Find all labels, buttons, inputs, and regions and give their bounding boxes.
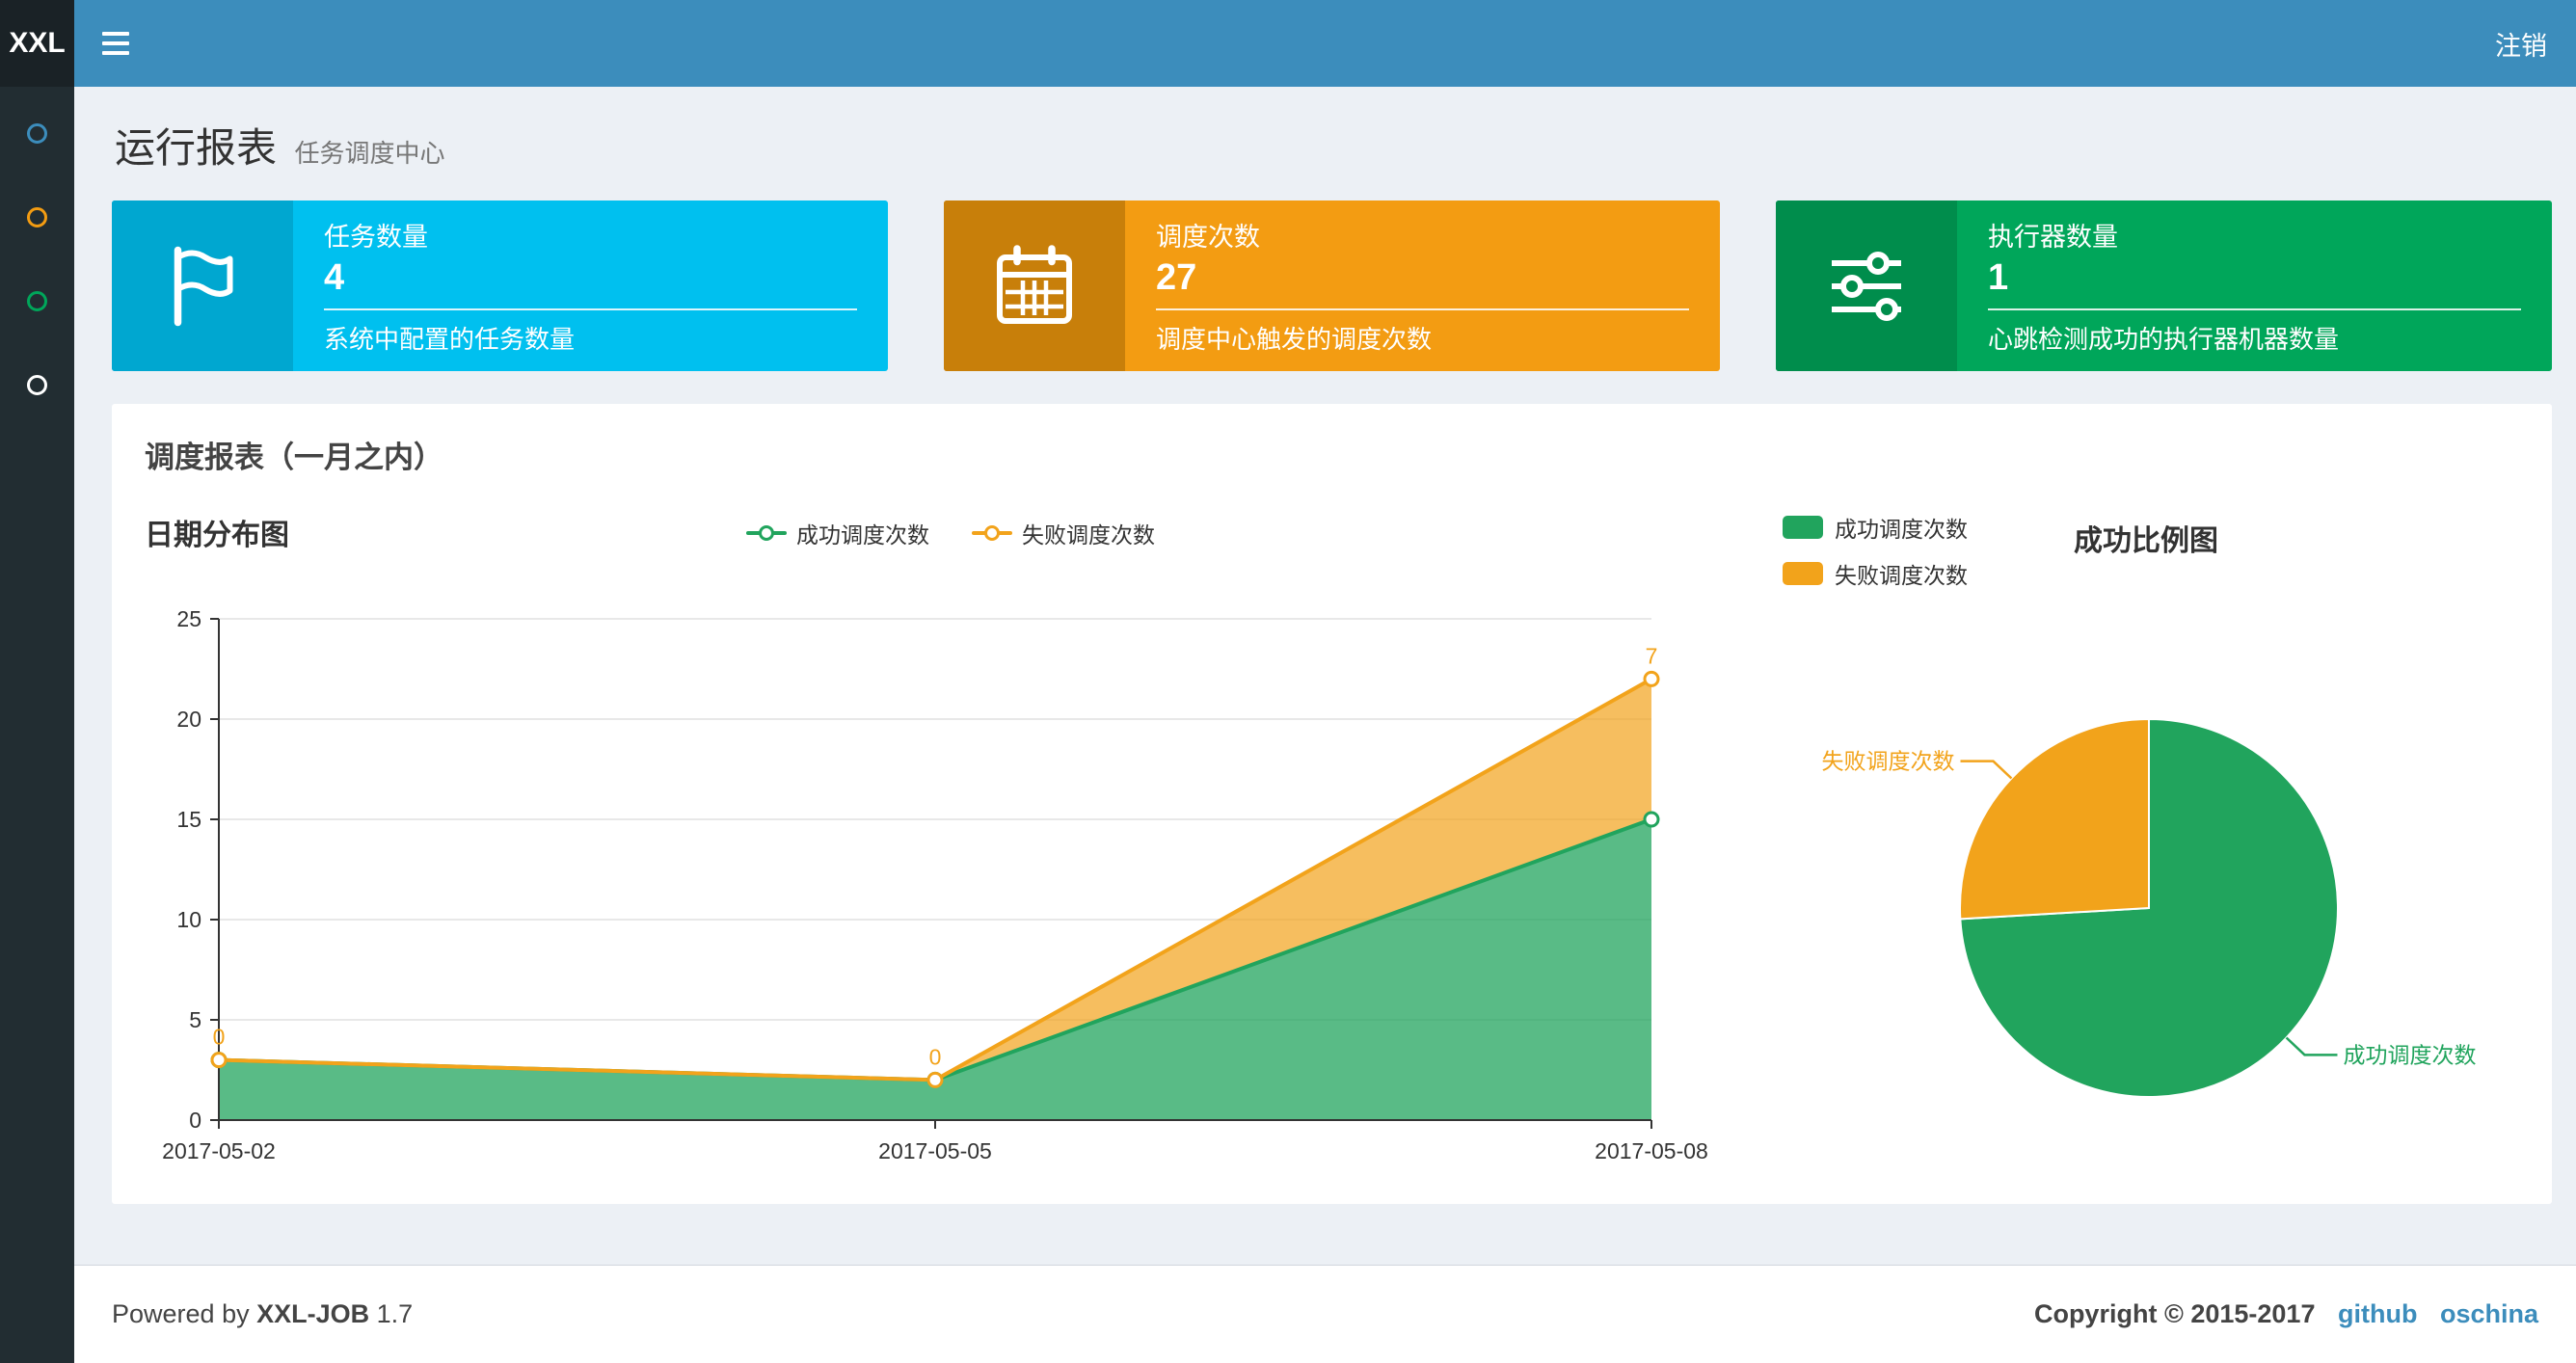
svg-text:15: 15 — [176, 807, 201, 832]
info-box-value: 1 — [1988, 257, 2009, 298]
app-logo[interactable]: XXL — [0, 0, 74, 87]
svg-text:7: 7 — [1646, 643, 1658, 668]
info-box-jobs: 任务数量 4 系统中配置的任务数量 — [112, 200, 888, 371]
content-header: 运行报表 任务调度中心 — [74, 87, 2576, 174]
sidebar-toggle-button[interactable] — [74, 0, 157, 87]
logout-link[interactable]: 注销 — [2466, 0, 2576, 87]
hamburger-icon — [102, 41, 129, 45]
footer: Powered by XXL-JOB 1.7 Copyright © 2015-… — [74, 1265, 2576, 1363]
hamburger-icon — [102, 32, 129, 36]
svg-text:2017-05-08: 2017-05-08 — [1595, 1138, 1708, 1163]
sidebar-item-4[interactable] — [27, 375, 47, 395]
svg-text:25: 25 — [176, 606, 201, 631]
line-legend-marker-icon — [972, 525, 1012, 541]
hamburger-icon — [102, 51, 129, 55]
pie-legend-swatch-icon — [1783, 516, 1823, 539]
info-box-content: 执行器数量 1 心跳检测成功的执行器机器数量 — [1957, 200, 2552, 371]
info-box-triggers: 调度次数 27 调度中心触发的调度次数 — [944, 200, 1720, 371]
pie-chart-title: 成功比例图 — [2074, 525, 2218, 557]
info-box-value: 4 — [324, 257, 345, 298]
copyright-text: Copyright © 2015-2017 — [2033, 1299, 2316, 1328]
report-panel: 调度报表（一月之内） 日期分布图 成功调度次数 失败调度次数 0 5 10 15 20 2… — [112, 404, 2552, 1204]
info-box-executors: 执行器数量 1 心跳检测成功的执行器机器数量 — [1776, 200, 2552, 371]
info-box-description: 调度中心触发的调度次数 — [1156, 325, 1433, 354]
legend-item[interactable]: 成功调度次数 — [746, 517, 929, 549]
info-box-label: 执行器数量 — [1988, 223, 2118, 252]
footer-right: Copyright © 2015-2017 github oschina — [2034, 1299, 2538, 1329]
sidebar-item-1[interactable] — [27, 123, 47, 144]
line-chart: 05101520252017-05-02 2017-05-05 2017-05-08… — [162, 606, 1708, 1163]
sliders-icon — [1776, 200, 1957, 371]
flag-icon — [112, 200, 293, 371]
info-box-description: 心跳检测成功的执行器机器数量 — [1988, 325, 2340, 354]
line-legend-marker-icon — [746, 525, 787, 541]
info-box-label: 调度次数 — [1156, 223, 1260, 252]
powered-by-text: Powered by — [112, 1299, 250, 1328]
top-navbar: XXL 注销 — [0, 0, 2576, 87]
legend-item[interactable]: 失败调度次数 — [972, 517, 1155, 549]
page-title: 运行报表 — [115, 125, 278, 171]
svg-text:5: 5 — [189, 1007, 201, 1032]
product-version: 1.7 — [376, 1299, 414, 1328]
line-chart-legend: 成功调度次数 失败调度次数 — [632, 517, 1269, 549]
info-box-label: 任务数量 — [324, 223, 428, 252]
svg-text:0: 0 — [929, 1044, 942, 1069]
svg-text:失败调度次数: 失败调度次数 — [1822, 749, 1955, 774]
info-box-content: 调度次数 27 调度中心触发的调度次数 — [1125, 200, 1720, 371]
svg-text:成功调度次数: 成功调度次数 — [2343, 1042, 2476, 1067]
page-subtitle: 任务调度中心 — [294, 139, 445, 168]
svg-text:2017-05-05: 2017-05-05 — [878, 1138, 992, 1163]
charts-area: 日期分布图 成功调度次数 失败调度次数 0 5 10 15 20 25 2017-05-02… — [112, 501, 2552, 1204]
oschina-link[interactable]: oschina — [2440, 1299, 2538, 1328]
sidebar — [0, 87, 74, 1363]
product-name: XXL-JOB — [256, 1299, 370, 1328]
powered-by: Powered by XXL-JOB 1.7 — [112, 1299, 413, 1329]
divider — [324, 308, 857, 310]
sidebar-item-2[interactable] — [27, 207, 47, 227]
divider — [1988, 308, 2521, 310]
info-box-row: 任务数量 4 系统中配置的任务数量 调度次数 27 调度中心触发的调度次数 执行… — [112, 200, 2552, 371]
svg-text:0: 0 — [189, 1108, 201, 1133]
calendar-icon — [944, 200, 1125, 371]
sidebar-item-3[interactable] — [27, 291, 47, 311]
divider — [1156, 308, 1689, 310]
svg-text:0: 0 — [213, 1025, 226, 1050]
svg-text:20: 20 — [176, 707, 201, 732]
pie-chart: 成功调度次数 失败调度次数 — [1822, 717, 2476, 1098]
main-content: 运行报表 任务调度中心 任务数量 4 系统中配置的任务数量 调度次数 27 调度… — [74, 87, 2576, 1265]
github-link[interactable]: github — [2338, 1299, 2417, 1328]
svg-text:10: 10 — [176, 907, 201, 932]
legend-item[interactable]: 成功调度次数 — [1783, 511, 1968, 544]
info-box-content: 任务数量 4 系统中配置的任务数量 — [293, 200, 888, 371]
panel-heading: 调度报表（一月之内） — [145, 441, 443, 474]
info-box-description: 系统中配置的任务数量 — [324, 325, 576, 354]
info-box-value: 27 — [1156, 257, 1197, 298]
svg-text:2017-05-02: 2017-05-02 — [162, 1138, 276, 1163]
